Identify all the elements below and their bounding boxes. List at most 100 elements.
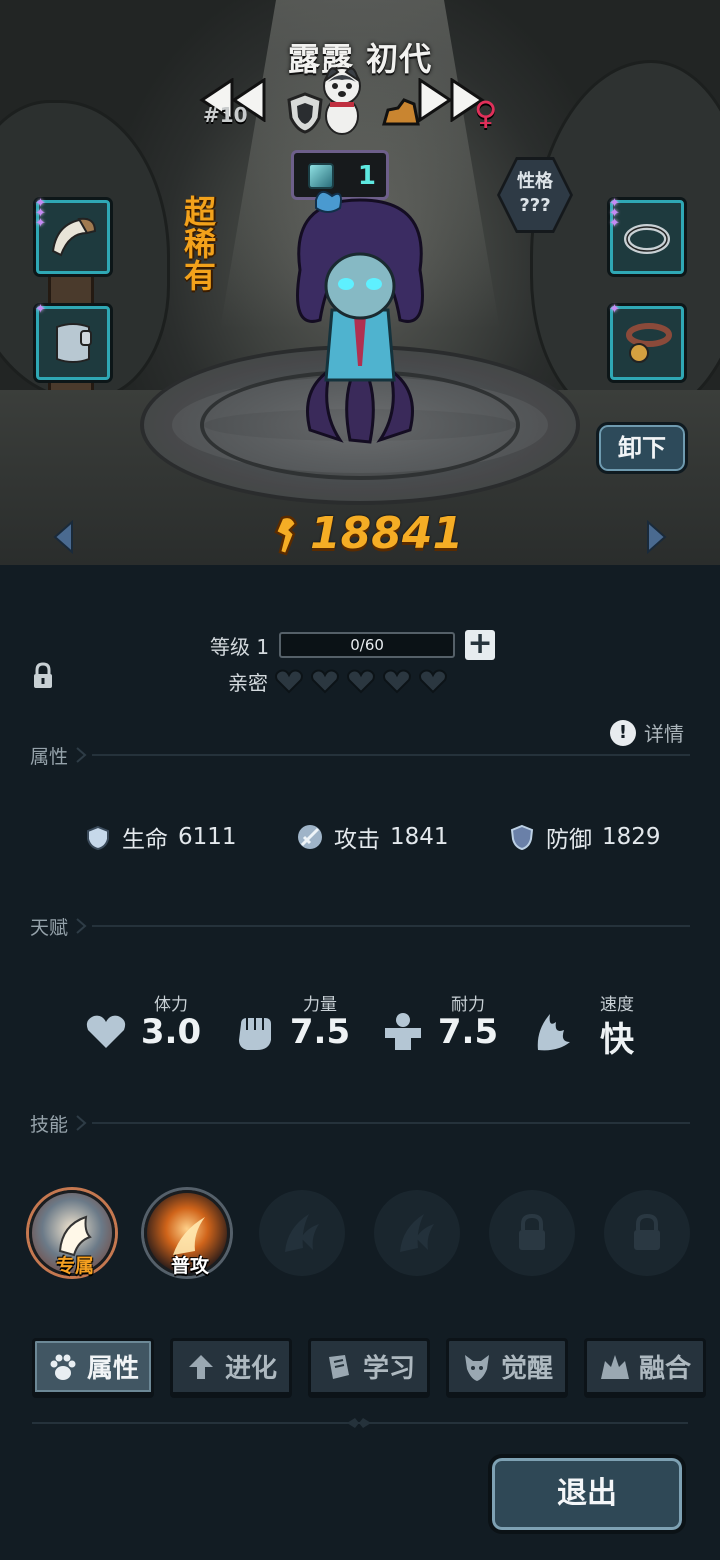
intimacy-hearts [274, 668, 448, 694]
heart-shield-icon [87, 825, 109, 851]
sword-icon [298, 825, 322, 849]
rarity-label: 超稀有 [183, 193, 216, 295]
attribute-defense: 防御 1829 [508, 820, 661, 854]
intimacy-heart-icon [311, 669, 339, 694]
level-up-button[interactable]: + [465, 629, 496, 660]
equipment-slot-armor[interactable]: ✦ [35, 302, 110, 380]
talent-endurance: 耐力 7.5 [381, 990, 511, 1060]
talent-speed-value: 快 [600, 1020, 634, 1060]
equipment-slot-collar[interactable]: ✦ [609, 302, 684, 380]
talent-endurance-value: 7.5 [437, 1012, 499, 1052]
intimacy-row: 亲密 [228, 666, 448, 696]
intimacy-label: 亲密 [228, 670, 268, 695]
tab-attributes-label: 属性 [86, 1354, 139, 1384]
lock-icon [634, 1213, 660, 1250]
skill-slot-empty[interactable] [374, 1190, 460, 1276]
chevron-right-icon [76, 747, 87, 763]
heart-icon [86, 1015, 126, 1048]
purple-stars-icon: ✦ ✦ ✦ [609, 196, 620, 231]
level-label: 等级 1 [210, 634, 270, 659]
equipment-slot-ring[interactable]: ✦ ✦ ✦ [609, 196, 684, 274]
talent-strength: 力量 7.5 [233, 990, 363, 1060]
divider-ornament-icon [347, 1418, 371, 1428]
flame-slash-icon [285, 1214, 319, 1252]
lock-icon [519, 1213, 545, 1250]
paw-icon [50, 1354, 76, 1380]
purple-stars-icon: ✦ ✦ ✦ [35, 196, 46, 231]
intimacy-heart-icon [275, 669, 303, 694]
tab-learn-label: 学习 [362, 1354, 415, 1384]
tab-fusion-label: 融合 [638, 1354, 691, 1384]
section-divider [92, 925, 690, 927]
tab-attributes[interactable]: 属性 [32, 1338, 154, 1398]
nav-right-arrow-icon[interactable] [644, 520, 668, 554]
tab-evolve-label: 进化 [224, 1354, 277, 1384]
chevron-right-icon [76, 1115, 87, 1131]
skill-exclusive[interactable]: 专属 [29, 1190, 115, 1277]
attribute-defense-value: 1829 [602, 824, 661, 850]
unload-button[interactable]: 卸下 [596, 422, 688, 474]
equipment-slot-claw[interactable]: ✦ ✦ ✦ [35, 196, 110, 274]
skill-slot-locked[interactable] [489, 1190, 575, 1276]
talent-stamina-value: 3.0 [140, 1012, 202, 1052]
lock-icon[interactable] [32, 662, 54, 690]
nav-left-arrow-icon[interactable] [52, 520, 76, 554]
combat-power: 18841 [310, 508, 464, 559]
section-talent: 天赋 [30, 911, 690, 941]
purple-star-icon: ✦ [609, 302, 620, 317]
section-skills: 技能 [30, 1108, 690, 1138]
talent-stamina: 体力 3.0 [84, 990, 214, 1060]
xp-bar: 0/60 [279, 632, 456, 658]
talent-strength-value: 7.5 [289, 1012, 351, 1052]
character-figure [296, 190, 424, 444]
skill-slot-locked[interactable] [604, 1190, 690, 1276]
wolf-icon [464, 1354, 489, 1381]
talent-speed: 速度 快 [530, 990, 660, 1060]
character-rank: #10 [203, 103, 248, 127]
section-talent-title: 天赋 [30, 916, 69, 939]
section-attributes: 属性 [30, 740, 690, 770]
ring-icon [624, 224, 670, 254]
attribute-attack: 攻击 1841 [296, 820, 449, 854]
tab-learn[interactable]: 学习 [308, 1338, 430, 1398]
intimacy-heart-icon [347, 669, 375, 694]
attribute-attack-name: 攻击 [334, 827, 380, 853]
intimacy-heart-icon [419, 669, 447, 694]
wing-icon [537, 1014, 570, 1051]
muscle-icon [385, 1013, 421, 1050]
claw-icon [51, 217, 97, 257]
skill-basic-attack[interactable]: 普攻 [144, 1190, 230, 1277]
xp-text: 0/60 [350, 636, 384, 654]
bell-collar-icon [626, 323, 672, 363]
intimacy-heart-icon [383, 669, 411, 694]
arrow-up-icon [188, 1354, 213, 1379]
section-skills-title: 技能 [30, 1113, 69, 1136]
personality-value: ??? [519, 195, 551, 216]
power-icon [274, 515, 298, 556]
attribute-hp: 生命 6111 [84, 820, 237, 854]
fusion-icon [600, 1354, 629, 1379]
tab-evolve[interactable]: 进化 [170, 1338, 292, 1398]
section-divider [92, 754, 690, 756]
tab-fusion[interactable]: 融合 [584, 1338, 706, 1398]
shield-icon [510, 824, 534, 851]
tab-awaken-label: 觉醒 [500, 1354, 553, 1384]
gem-icon [308, 163, 334, 189]
chevron-right-icon [76, 918, 87, 934]
flame-slash-icon [400, 1214, 434, 1252]
section-attributes-title: 属性 [30, 745, 69, 768]
skill-exclusive-label: 专属 [55, 1255, 94, 1277]
skill-slot-empty[interactable] [259, 1190, 345, 1276]
tab-awaken[interactable]: 觉醒 [446, 1338, 568, 1398]
exit-button[interactable]: 退出 [488, 1454, 686, 1534]
armor-icon [56, 323, 92, 363]
gem-count: 1 [357, 161, 376, 191]
fist-icon [239, 1018, 271, 1050]
level-row: 等级 1 0/60 + [210, 629, 496, 660]
attribute-row: 生命 6111 攻击 1841 防御 1829 [84, 820, 684, 864]
attribute-defense-name: 防御 [546, 827, 592, 853]
attribute-hp-name: 生命 [122, 827, 168, 853]
purple-star-icon: ✦ [35, 302, 46, 317]
boot-icon [382, 98, 420, 126]
female-gender-icon: ♀ [474, 94, 498, 132]
